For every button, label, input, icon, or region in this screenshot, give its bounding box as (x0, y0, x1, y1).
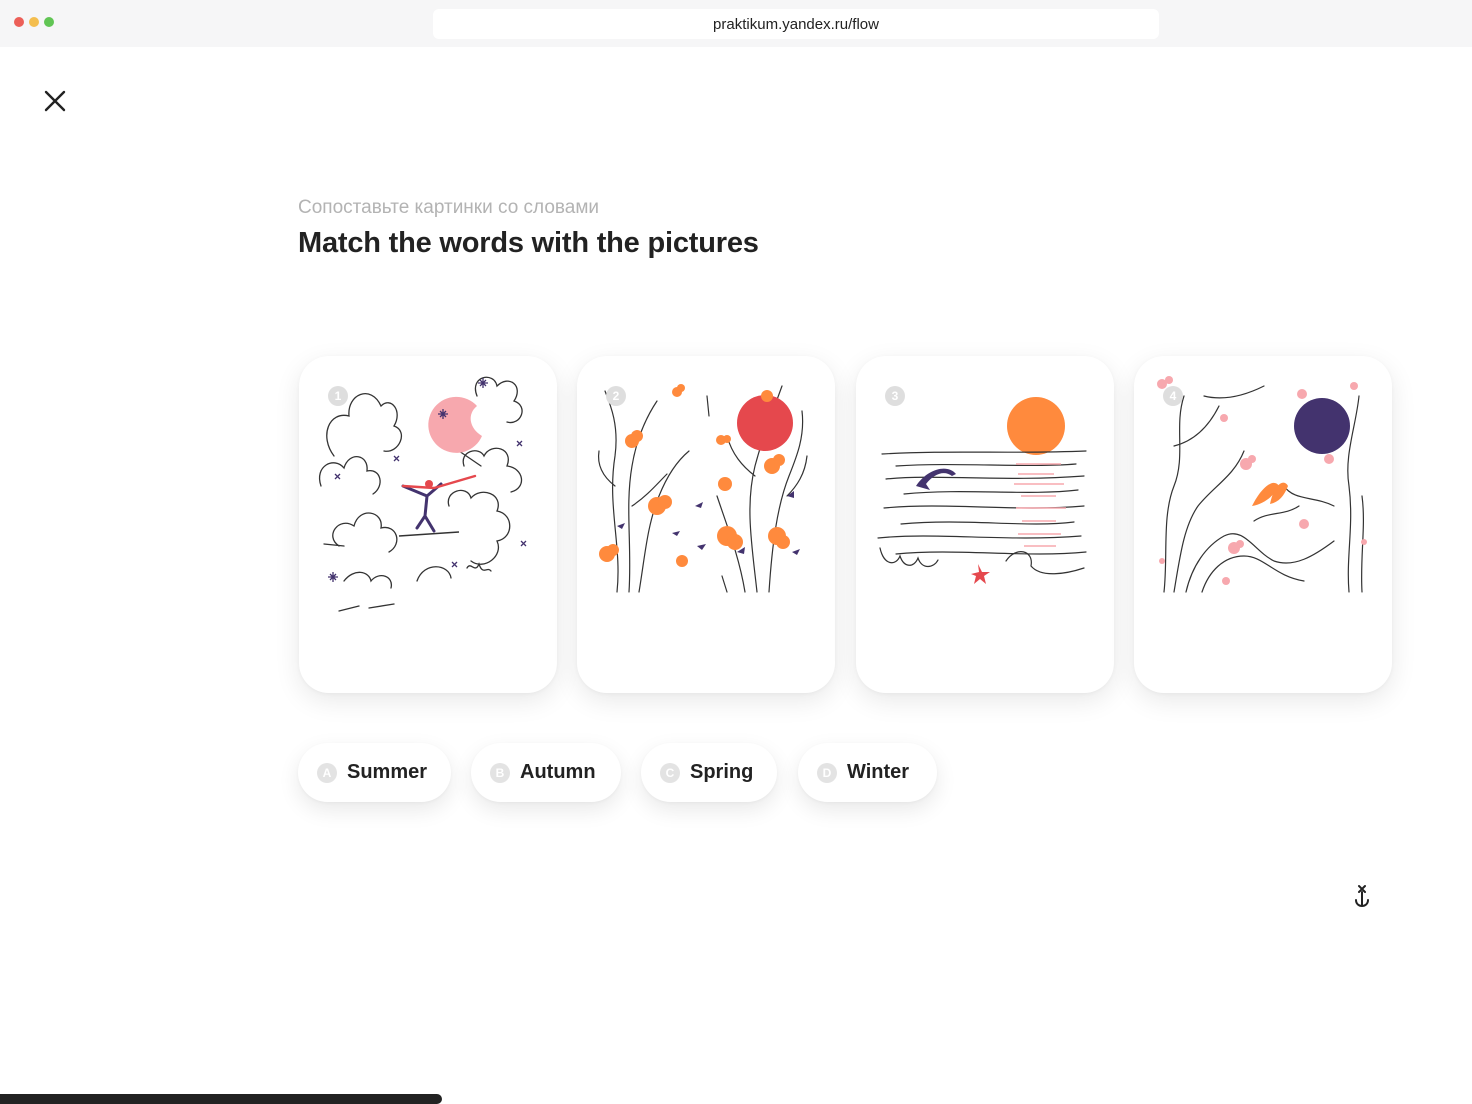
window-zoom-dot[interactable] (44, 17, 54, 27)
window-minimize-dot[interactable] (29, 17, 39, 27)
picture-card-4[interactable]: 4 (1134, 356, 1392, 693)
anchor-button[interactable] (1351, 883, 1373, 909)
picture-card-3[interactable]: 3 (856, 356, 1114, 693)
progress-bar-fill (0, 1094, 442, 1104)
url-text: praktikum.yandex.ru/flow (713, 15, 879, 33)
option-letter-badge: C (660, 762, 680, 783)
address-bar[interactable]: praktikum.yandex.ru/flow (433, 9, 1159, 39)
option-label: Spring (690, 761, 754, 783)
spring-blossom-birds-icon (1157, 376, 1367, 593)
winter-skier-snow-icon (318, 376, 527, 612)
option-label: Winter (847, 761, 910, 783)
card-number-badge: 2 (606, 386, 626, 406)
card-number-badge: 1 (328, 386, 348, 406)
summer-sea-dolphin-icon (877, 397, 1087, 584)
option-letter-badge: D (817, 762, 837, 783)
option-letter-badge: A (317, 762, 337, 783)
progress-bar (0, 1094, 1472, 1104)
close-button[interactable] (38, 84, 72, 118)
picture-card-1[interactable]: 1 (299, 356, 557, 693)
option-label: Autumn (520, 761, 596, 783)
card-number-badge: 4 (1163, 386, 1183, 406)
option-letter-badge: B (490, 762, 510, 783)
option-label: Summer (347, 761, 428, 783)
page-title: Match the words with the pictures (298, 227, 759, 259)
autumn-trees-leaves-icon (597, 384, 808, 593)
word-option-winter[interactable]: D Winter (798, 743, 937, 802)
window-close-dot[interactable] (14, 17, 24, 27)
close-icon (44, 90, 66, 112)
card-number-badge: 3 (885, 386, 905, 406)
word-option-summer[interactable]: A Summer (298, 743, 451, 802)
instruction-subtitle: Сопоставьте картинки со словами (298, 197, 600, 218)
picture-card-2[interactable]: 2 (577, 356, 835, 693)
browser-toolbar: praktikum.yandex.ru/flow (0, 0, 1472, 47)
word-option-autumn[interactable]: B Autumn (471, 743, 621, 802)
anchor-icon (1355, 885, 1369, 908)
word-option-spring[interactable]: C Spring (641, 743, 777, 802)
